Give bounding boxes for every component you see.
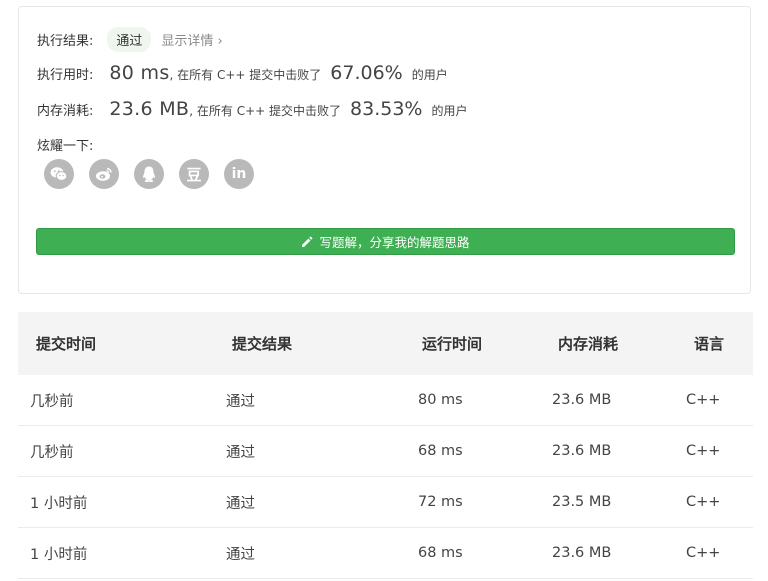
header-runtime: 运行时间 <box>422 335 483 353</box>
table-header-row: 提交时间 提交结果 运行时间 内存消耗 语言 <box>18 312 753 375</box>
header-submit-result: 提交结果 <box>232 335 293 353</box>
result-label: 执行结果: <box>37 34 94 49</box>
cell-memory: 23.6 MB <box>548 425 686 477</box>
cell-result-link[interactable]: 通过 <box>214 527 410 579</box>
header-memory: 内存消耗 <box>558 335 619 353</box>
memory-value: 23.6 MB <box>109 98 190 120</box>
share-icons: 豆 in <box>44 159 254 189</box>
table-row: 几秒前 通过 68 ms 23.6 MB C++ <box>18 425 753 477</box>
cell-language: C++ <box>686 527 753 579</box>
runtime-row: 执行用时: 80 ms , 在所有 C++ 提交中击败了 67.06% 的用户 <box>37 62 448 84</box>
linkedin-icon[interactable]: in <box>224 159 254 189</box>
cell-runtime: 80 ms <box>410 375 548 426</box>
header-submit-time: 提交时间 <box>36 335 97 353</box>
memory-text-before: , 在所有 C++ 提交中击败了 <box>189 104 342 118</box>
wechat-icon[interactable] <box>44 159 74 189</box>
cell-submit-time: 几秒前 <box>18 375 214 426</box>
table-row: 1 小时前 通过 72 ms 23.5 MB C++ <box>18 476 753 528</box>
write-solution-label: 写题解，分享我的解题思路 <box>319 235 470 250</box>
result-row: 执行结果: 通过 显示详情 › <box>37 27 223 52</box>
table-row: 几秒前 通过 80 ms 23.6 MB C++ <box>18 375 753 426</box>
pencil-icon <box>302 235 314 247</box>
runtime-value: 80 ms <box>109 62 170 84</box>
memory-row: 内存消耗: 23.6 MB , 在所有 C++ 提交中击败了 83.53% 的用… <box>37 98 467 120</box>
cell-runtime: 72 ms <box>410 476 548 528</box>
submissions-table: 提交时间 提交结果 运行时间 内存消耗 语言 几秒前 通过 80 ms 23.6… <box>18 312 753 579</box>
write-solution-button[interactable]: 写题解，分享我的解题思路 <box>36 228 735 255</box>
cell-language: C++ <box>686 425 753 477</box>
cell-runtime: 68 ms <box>410 425 548 477</box>
share-row: 炫耀一下: <box>37 135 93 154</box>
qq-icon[interactable] <box>134 159 164 189</box>
result-card: 执行结果: 通过 显示详情 › 执行用时: 80 ms , 在所有 C++ 提交… <box>18 6 751 294</box>
cell-language: C++ <box>686 375 753 426</box>
douban-glyph: 豆 <box>186 165 202 184</box>
runtime-text-before: , 在所有 C++ 提交中击败了 <box>169 68 322 82</box>
runtime-text-after: 的用户 <box>411 68 448 82</box>
show-details-link[interactable]: 显示详情 › <box>161 30 222 49</box>
cell-submit-time: 几秒前 <box>18 425 214 477</box>
runtime-percent: 67.06% <box>330 62 403 84</box>
cell-result-link[interactable]: 通过 <box>214 476 410 528</box>
table-row: 1 小时前 通过 68 ms 23.6 MB C++ <box>18 527 753 579</box>
cell-result-link[interactable]: 通过 <box>214 425 410 477</box>
cell-submit-time: 1 小时前 <box>18 476 214 528</box>
linkedin-glyph: in <box>231 166 247 182</box>
memory-label: 内存消耗: <box>37 104 94 119</box>
memory-percent: 83.53% <box>350 98 423 120</box>
status-badge: 通过 <box>107 27 152 52</box>
header-language: 语言 <box>694 335 725 353</box>
cell-memory: 23.6 MB <box>548 527 686 579</box>
douban-icon[interactable]: 豆 <box>179 159 209 189</box>
runtime-label: 执行用时: <box>37 68 94 83</box>
share-label: 炫耀一下: <box>37 139 94 154</box>
cell-memory: 23.5 MB <box>548 476 686 528</box>
cell-language: C++ <box>686 476 753 528</box>
cell-submit-time: 1 小时前 <box>18 527 214 579</box>
cell-runtime: 68 ms <box>410 527 548 579</box>
cell-result-link[interactable]: 通过 <box>214 375 410 426</box>
cell-memory: 23.6 MB <box>548 375 686 426</box>
memory-text-after: 的用户 <box>431 104 468 118</box>
weibo-icon[interactable] <box>89 159 119 189</box>
